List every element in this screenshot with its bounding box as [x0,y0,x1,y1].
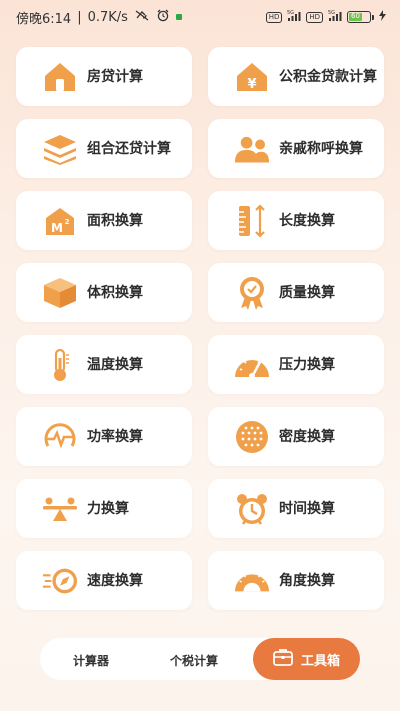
alarm-status-icon [156,9,170,26]
tool-grid: 房贷计算 ¥ 公积金贷款计算 组合还贷计算 亲戚称呼换算 M2 面积换算 长度换… [16,47,384,610]
tool-card-power[interactable]: 功率换算 [16,407,192,466]
badge-icon [234,275,270,311]
power-pulse-icon [42,419,78,455]
svg-text:M: M [51,221,63,235]
house-yuan-icon: ¥ [234,59,270,95]
tool-card-speed[interactable]: 速度换算 [16,551,192,610]
tool-label: 角度换算 [279,572,335,589]
tool-card-force[interactable]: 力换算 [16,479,192,538]
tool-label: 温度换算 [87,356,143,373]
seesaw-icon [42,491,78,527]
svg-text:2: 2 [65,218,70,226]
hd-badge-2: HD [306,11,323,23]
gauge-icon [234,347,270,383]
tool-label: 密度换算 [279,428,335,445]
hd-badge-1: HD [265,11,283,23]
ruler-icon [234,203,270,239]
status-time: 傍晚6:14 [16,11,72,27]
tool-label: 压力换算 [279,356,335,373]
density-dots-icon [234,419,270,455]
alarm-clock-icon [234,491,270,527]
status-right: HD 5G HD 5G 60 [265,10,386,24]
nav-calculator[interactable]: 计算器 [73,652,109,669]
svg-text:¥: ¥ [247,77,256,92]
battery-icon: 60 [347,11,374,23]
tool-card-angle[interactable]: 角度换算 [208,551,384,610]
tool-label: 面积换算 [87,212,143,229]
tool-card-housing-fund-loan[interactable]: ¥ 公积金贷款计算 [208,47,384,106]
area-house-icon: M2 [42,203,78,239]
svg-text:5G: 5G [287,10,294,16]
thermometer-icon [42,347,78,383]
tool-card-length[interactable]: 长度换算 [208,191,384,250]
tool-label: 公积金贷款计算 [279,68,377,85]
status-speed: 0.7K/s [87,9,128,25]
bottom-nav: 计算器 个税计算 工具箱 [40,638,360,680]
house-icon [42,59,78,95]
tool-card-relative-title[interactable]: 亲戚称呼换算 [208,119,384,178]
charging-icon [379,10,386,24]
tool-label: 组合还贷计算 [87,140,171,157]
svg-text:5G: 5G [328,10,335,16]
people-icon [234,131,270,167]
stack-layers-icon [42,131,78,167]
tool-card-combined-loan[interactable]: 组合还贷计算 [16,119,192,178]
nav-toolbox-label: 工具箱 [300,653,340,669]
tool-card-temperature[interactable]: 温度换算 [16,335,192,394]
tool-label: 速度换算 [87,572,143,589]
tool-label: 体积换算 [87,284,143,301]
tool-card-mass[interactable]: 质量换算 [208,263,384,322]
status-bar: 傍晚6:14 | 0.7K/s HD 5G HD 5G 60 [0,0,400,34]
app-notification-icon [175,14,182,20]
tool-card-area[interactable]: M2 面积换算 [16,191,192,250]
status-divider: | [77,9,82,25]
protractor-icon [234,563,270,599]
tool-card-volume[interactable]: 体积换算 [16,263,192,322]
tool-label: 亲戚称呼换算 [279,140,363,157]
speed-compass-icon [42,563,78,599]
tool-card-time[interactable]: 时间换算 [208,479,384,538]
toolbox-icon [273,648,293,670]
signal-icon-2: 5G [328,10,342,24]
nav-toolbox[interactable]: 工具箱 [253,638,360,680]
tool-card-density[interactable]: 密度换算 [208,407,384,466]
mute-icon [134,9,150,25]
status-left: 傍晚6:14 | 0.7K/s [16,8,182,27]
tool-label: 质量换算 [279,284,335,301]
signal-icon-1: 5G [287,10,301,24]
tool-label: 长度换算 [279,212,335,229]
tool-label: 力换算 [87,500,129,517]
tool-label: 时间换算 [279,500,335,517]
tool-card-mortgage[interactable]: 房贷计算 [16,47,192,106]
cube-icon [42,275,78,311]
tool-card-pressure[interactable]: 压力换算 [208,335,384,394]
tool-label: 房贷计算 [87,68,143,85]
tool-label: 功率换算 [87,428,143,445]
nav-income-tax[interactable]: 个税计算 [170,652,218,669]
